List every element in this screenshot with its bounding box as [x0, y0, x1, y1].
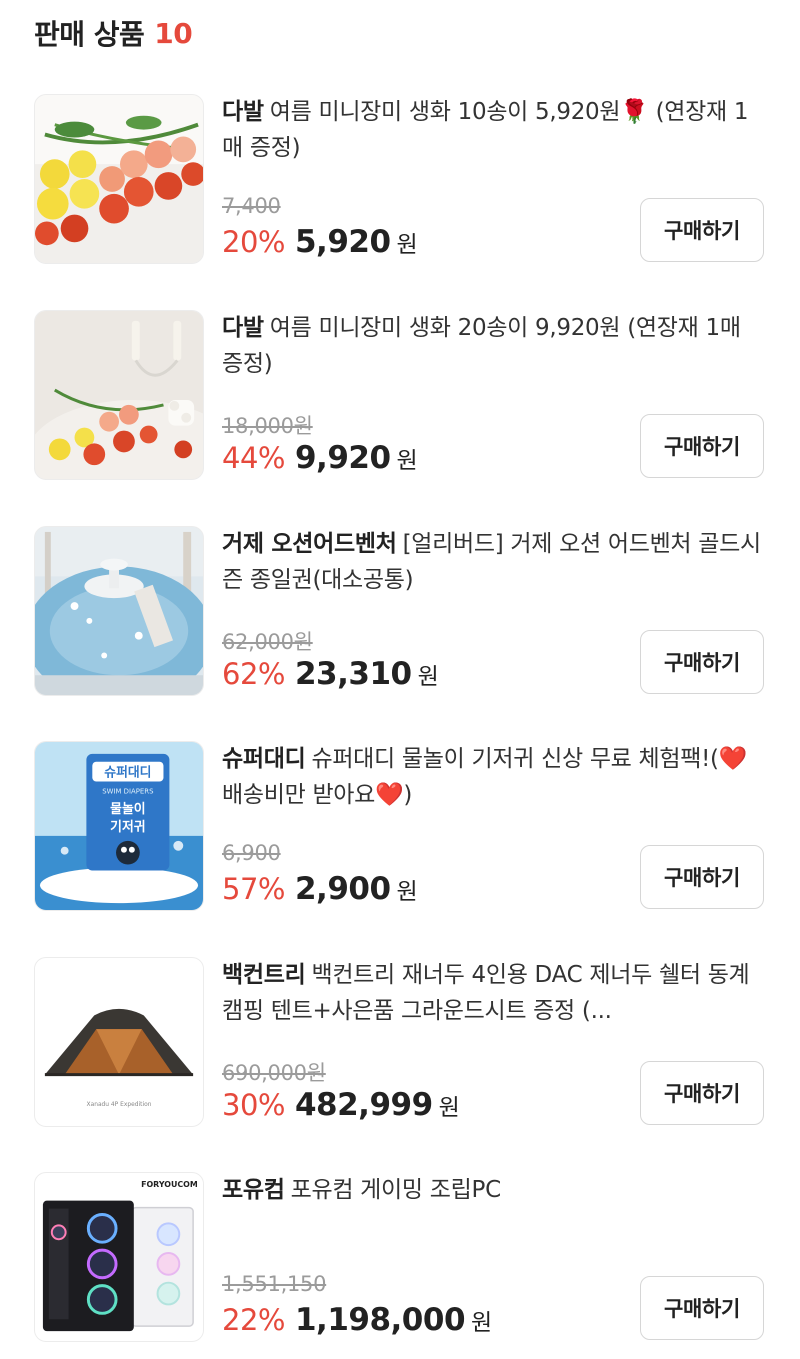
product-brand: 슈퍼대디: [222, 746, 306, 772]
product-image[interactable]: [34, 526, 204, 696]
original-price: 62,000원: [222, 630, 313, 654]
svg-text:Xanadu 4P Expedition: Xanadu 4P Expedition: [87, 1102, 152, 1108]
swim-diaper-pack-image: 슈퍼대디 SWIM DIAPERS 물놀이 기저귀: [35, 742, 203, 910]
discount-rate: 62%: [222, 657, 285, 691]
product-title[interactable]: 다발 여름 미니장미 생화 20송이 9,920원 (연장재 1매 증정): [222, 310, 762, 382]
product-brand: 거제 오션어드벤처: [222, 531, 397, 557]
sale-price: 482,999: [294, 1087, 433, 1123]
currency-unit: 원: [471, 1310, 493, 1336]
product-card[interactable]: 슈퍼대디 SWIM DIAPERS 물놀이 기저귀 슈퍼대디 슈퍼대디 물놀이 기…: [0, 741, 800, 911]
product-title[interactable]: 포유컴 포유컴 게이밍 조립PC: [222, 1172, 762, 1208]
product-brand: 다발: [222, 99, 264, 125]
original-price: 1,551,150: [222, 1272, 327, 1296]
sale-price: 2,900: [294, 871, 391, 907]
product-image[interactable]: [34, 94, 204, 264]
sale-price: 23,310: [294, 656, 412, 692]
product-brand: 백컨트리: [222, 962, 306, 988]
buy-button[interactable]: 구매하기: [640, 198, 764, 262]
product-count: 10: [154, 16, 193, 50]
svg-text:물놀이: 물놀이: [110, 801, 145, 817]
product-name: 여름 미니장미 생화 20송이 9,920원 (연장재 1매 증정): [222, 315, 741, 377]
product-title[interactable]: 다발 여름 미니장미 생화 10송이 5,920원🌹 (연장재 1매 증정): [222, 94, 762, 166]
product-card[interactable]: 다발 여름 미니장미 생화 20송이 9,920원 (연장재 1매 증정) 18,…: [0, 310, 800, 480]
product-brand: 포유컴: [222, 1177, 285, 1203]
currency-unit: 원: [417, 664, 439, 690]
original-price: 7,400: [222, 194, 281, 218]
discount-rate: 57%: [222, 872, 285, 906]
water-park-image: [35, 527, 203, 695]
svg-text:FORYOUCOM: FORYOUCOM: [141, 1180, 198, 1189]
camping-tent-image: Xanadu 4P Expedition: [35, 958, 203, 1126]
price-row: 20% 5,920 원: [222, 224, 418, 260]
price-row: 62% 23,310 원: [222, 656, 439, 692]
buy-button[interactable]: 구매하기: [640, 845, 764, 909]
buy-button[interactable]: 구매하기: [640, 1061, 764, 1125]
price-row: 30% 482,999 원: [222, 1087, 460, 1123]
original-price: 6,900: [222, 841, 281, 865]
product-title[interactable]: 거제 오션어드벤처 [얼리버드] 거제 오션 어드벤처 골드시즌 종일권(대소공통…: [222, 526, 762, 598]
buy-button[interactable]: 구매하기: [640, 1276, 764, 1340]
product-image[interactable]: 슈퍼대디 SWIM DIAPERS 물놀이 기저귀: [34, 741, 204, 911]
svg-text:슈퍼대디: 슈퍼대디: [104, 765, 151, 781]
currency-unit: 원: [396, 232, 418, 258]
section-header: 판매 상품 10: [34, 8, 193, 58]
original-price: 18,000원: [222, 414, 313, 438]
sales-product-page: 판매 상품 10 다발 여름 미니장미 생화 10송이 5,920원🌹 (연장재…: [0, 0, 800, 1359]
currency-unit: 원: [438, 1095, 460, 1121]
product-card[interactable]: 거제 오션어드벤처 [얼리버드] 거제 오션 어드벤처 골드시즌 종일권(대소공통…: [0, 526, 800, 696]
buy-button[interactable]: 구매하기: [640, 414, 764, 478]
original-price: 690,000원: [222, 1061, 326, 1085]
currency-unit: 원: [396, 879, 418, 905]
discount-rate: 30%: [222, 1088, 285, 1122]
discount-rate: 44%: [222, 441, 285, 475]
svg-text:기저귀: 기저귀: [110, 819, 145, 835]
sale-price: 1,198,000: [294, 1302, 466, 1338]
product-brand: 다발: [222, 315, 264, 341]
flower-bouquet-image: [35, 95, 203, 263]
discount-rate: 20%: [222, 225, 285, 259]
flower-vase-image: [35, 311, 203, 479]
sale-price: 5,920: [294, 224, 391, 260]
svg-text:SWIM DIAPERS: SWIM DIAPERS: [102, 787, 153, 795]
product-card[interactable]: Xanadu 4P Expedition 백컨트리 백컨트리 재너두 4인용 DA…: [0, 957, 800, 1127]
price-row: 22% 1,198,000 원: [222, 1302, 492, 1338]
price-row: 57% 2,900 원: [222, 871, 418, 907]
product-card[interactable]: FORYOUCOM 포유컴 포유컴 게이밍 조립PC 1,551,150 22% …: [0, 1172, 800, 1342]
discount-rate: 22%: [222, 1303, 285, 1337]
section-title: 판매 상품: [34, 18, 145, 51]
product-title[interactable]: 슈퍼대디 슈퍼대디 물놀이 기저귀 신상 무료 체험팩!(❤️배송비만 받아요❤️…: [222, 741, 762, 813]
product-image[interactable]: Xanadu 4P Expedition: [34, 957, 204, 1127]
product-image[interactable]: FORYOUCOM: [34, 1172, 204, 1342]
product-image[interactable]: [34, 310, 204, 480]
product-title[interactable]: 백컨트리 백컨트리 재너두 4인용 DAC 제너두 쉘터 동계 캠핑 텐트+사은품…: [222, 957, 762, 1029]
product-name: 여름 미니장미 생화 10송이 5,920원🌹 (연장재 1매 증정): [222, 99, 749, 161]
buy-button[interactable]: 구매하기: [640, 630, 764, 694]
gaming-pc-image: FORYOUCOM: [35, 1173, 203, 1341]
price-row: 44% 9,920 원: [222, 440, 418, 476]
product-card[interactable]: 다발 여름 미니장미 생화 10송이 5,920원🌹 (연장재 1매 증정) 7,…: [0, 94, 800, 264]
sale-price: 9,920: [294, 440, 391, 476]
currency-unit: 원: [396, 448, 418, 474]
product-name: 포유컴 게이밍 조립PC: [290, 1177, 502, 1203]
